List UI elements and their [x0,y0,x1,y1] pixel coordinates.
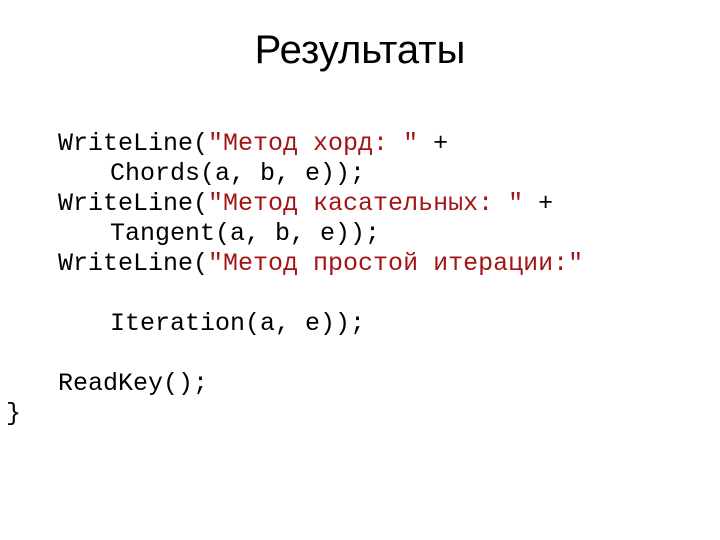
code-block: WriteLine("Метод хорд: " + Chords(a, b, … [0,73,720,399]
code-line-8: } [0,399,720,429]
code-line-2: Chords(a, b, e)); [58,159,365,188]
code-line-6: Iteration(a, e)); [58,309,365,338]
code-line-3: WriteLine("Метод касательных: " + [58,189,553,218]
code-line-1: WriteLine("Метод хорд: " + [58,129,448,158]
code-line-4: Tangent(a, b, e)); [58,219,380,248]
code-line-7: ReadKey(); [58,369,208,398]
slide-title: Результаты [0,0,720,73]
code-line-5: WriteLine("Метод простой итерации:" [58,249,583,278]
